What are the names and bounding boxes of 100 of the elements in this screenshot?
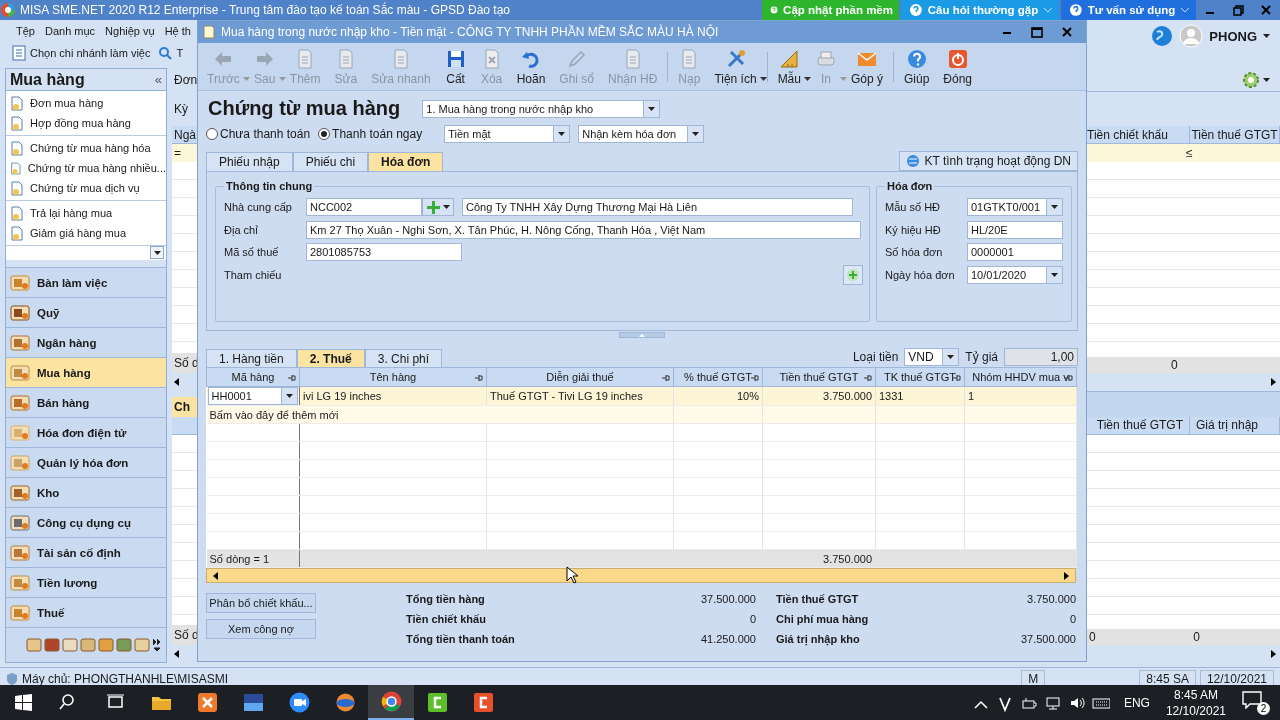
branch-button[interactable]: Chọn chi nhánh làm việc (30, 47, 151, 59)
settings-icon[interactable] (1242, 70, 1260, 89)
column-header[interactable]: Ngà (174, 127, 196, 142)
pin-icon[interactable] (1065, 374, 1073, 382)
currency-select[interactable]: VND (904, 348, 960, 366)
filter-operator[interactable]: ≤ (1186, 146, 1193, 160)
header-button[interactable]: Tư vấn sử dụng (1061, 0, 1196, 20)
module-button[interactable]: Thuế (6, 597, 166, 627)
check-status-button[interactable]: KT tình trạng hoạt động DN (899, 151, 1078, 171)
toolbar-button[interactable]: Hoãn (509, 47, 553, 86)
voucher-type-select[interactable]: 1. Mua hàng trong nước nhập kho (422, 99, 661, 118)
module-button[interactable]: Mua hàng (6, 357, 166, 387)
browser-icon[interactable] (379, 690, 403, 713)
invoice-field[interactable]: 01GTKT0/001 (967, 198, 1063, 217)
column-header[interactable]: Giá trị nhập (1190, 416, 1280, 434)
scroll-right-icon[interactable] (1064, 571, 1069, 580)
nav-link[interactable]: Chứng từ mua hàng hóa (6, 138, 166, 158)
scroll-left-icon[interactable] (174, 650, 179, 658)
toolbar-button[interactable]: Giúp (897, 47, 937, 86)
toolbar-button[interactable]: Đóng (936, 47, 980, 86)
column-header[interactable]: Nhóm HHDV mua v (964, 367, 1077, 387)
nav-link[interactable]: Trả lại hàng mua (6, 203, 166, 223)
payment-method-select[interactable]: Tiền mặt (444, 125, 571, 143)
pin-icon[interactable] (751, 374, 759, 382)
shortcut-icon[interactable] (44, 637, 60, 653)
toolbar-button[interactable]: Góp ý (843, 47, 890, 86)
column-header[interactable]: Mã hàng (206, 367, 300, 387)
action-button[interactable]: Phân bổ chiết khấu... (206, 593, 316, 613)
radio-indicator[interactable] (206, 128, 218, 140)
app-icon[interactable] (425, 691, 449, 714)
module-button[interactable]: Quỹ (6, 297, 166, 327)
radio-button[interactable]: Thanh toán ngay (318, 127, 423, 141)
toolbar-button[interactable]: Cất (437, 47, 474, 86)
pin-icon[interactable] (864, 374, 872, 382)
address-field[interactable]: Km 27 Thọ Xuân - Nghi Sơn, X. Tân Phúc, H. Nông Cống, Thanh Hóa , Việt Nam (306, 220, 861, 239)
tab[interactable]: Phiếu chi (292, 152, 369, 171)
column-header[interactable]: Diễn giải thuế (486, 367, 674, 387)
dropdown-button[interactable] (150, 246, 164, 259)
nav-link[interactable]: Giảm giá hàng mua (6, 223, 166, 243)
module-button[interactable]: Quản lý hóa đơn (6, 447, 166, 477)
scroll-right-icon[interactable] (1271, 377, 1276, 386)
toolbar-button[interactable]: Mẫu (770, 47, 808, 86)
module-button[interactable]: Kho (6, 477, 166, 507)
radio-button[interactable]: Chưa thanh toán (206, 127, 311, 141)
tab[interactable]: Phiếu nhập (206, 152, 293, 171)
clock[interactable]: 8:45 AM 12/10/2021 (1165, 686, 1226, 719)
module-button[interactable]: Bàn làm việc (6, 267, 166, 297)
language-indicator[interactable]: ENG (1123, 695, 1150, 710)
invoice-field[interactable]: 10/01/2020 (967, 265, 1063, 284)
invoice-option-select[interactable]: Nhận kèm hóa đơn (578, 125, 705, 143)
nav-link[interactable]: Hợp đồng mua hàng (6, 113, 166, 133)
column-header[interactable]: Tiền thuế GTGT (762, 367, 876, 387)
tax-code-field[interactable]: 2801085753 (306, 243, 462, 262)
module-button[interactable]: Ngân hàng (6, 327, 166, 357)
scroll-right-icon[interactable] (1271, 650, 1276, 658)
shortcut-icon[interactable] (26, 637, 42, 653)
collapse-button[interactable]: « (154, 72, 162, 87)
maximize-icon[interactable] (1031, 26, 1043, 38)
column-header[interactable]: Tiền thuế GTGT (1190, 126, 1280, 143)
globe-icon[interactable] (1151, 25, 1174, 47)
filter-operator[interactable]: = (174, 146, 181, 160)
nav-link[interactable]: Chứng từ mua dịch vụ (6, 178, 166, 198)
pin-icon[interactable] (475, 374, 483, 382)
toolbar-button[interactable]: Tiện ích (707, 47, 764, 86)
module-button[interactable]: Tài sản cố định (6, 537, 166, 567)
restore-icon[interactable] (1232, 4, 1244, 16)
tab[interactable]: Ch (174, 399, 190, 414)
close-icon[interactable] (1062, 27, 1072, 37)
menu-item[interactable]: Hệ th (164, 25, 191, 37)
close-icon[interactable] (1261, 5, 1271, 15)
tab[interactable]: 1. Hàng tiền (206, 349, 297, 367)
module-button[interactable]: Tiền lương (6, 567, 166, 597)
exchange-rate-field[interactable]: 1,00 (1004, 348, 1078, 366)
radio-indicator[interactable] (318, 128, 331, 140)
splitter-grip[interactable] (6, 260, 166, 267)
pin-icon[interactable] (662, 374, 670, 382)
user-name[interactable]: PHONG (1209, 28, 1257, 44)
tab[interactable]: 3. Chi phí (364, 349, 443, 367)
tab[interactable]: Đơn (174, 73, 197, 87)
tab[interactable]: 2. Thuế (296, 349, 365, 367)
item-code-select[interactable]: HH0001 (207, 387, 298, 405)
shortcut-icon[interactable] (98, 637, 114, 653)
app-icon[interactable] (195, 691, 219, 714)
app-icon[interactable] (241, 691, 265, 714)
shortcut-icon[interactable] (116, 637, 132, 653)
menu-item[interactable]: Tệp (16, 25, 35, 37)
scroll-left-icon[interactable] (174, 377, 179, 386)
module-button[interactable]: Công cụ dụng cụ (6, 507, 166, 537)
column-header[interactable]: Tên hàng (299, 367, 487, 387)
invoice-field[interactable]: HL/20E (967, 220, 1063, 239)
app-icon[interactable] (471, 691, 495, 714)
supplier-name-field[interactable]: Công Ty TNHH Xây Dựng Thương Mại Hà Liên (462, 198, 853, 217)
shortcut-icon[interactable] (80, 637, 96, 653)
pin-icon[interactable] (288, 374, 296, 382)
toolbar-text[interactable]: T (176, 47, 184, 59)
action-button[interactable]: Xem công nợ (206, 619, 316, 639)
app-icon[interactable] (333, 691, 357, 714)
video-camera-icon[interactable] (287, 691, 311, 714)
scroll-left-icon[interactable] (213, 571, 218, 580)
nav-link[interactable]: Chứng từ mua hàng nhiều... (6, 158, 166, 178)
